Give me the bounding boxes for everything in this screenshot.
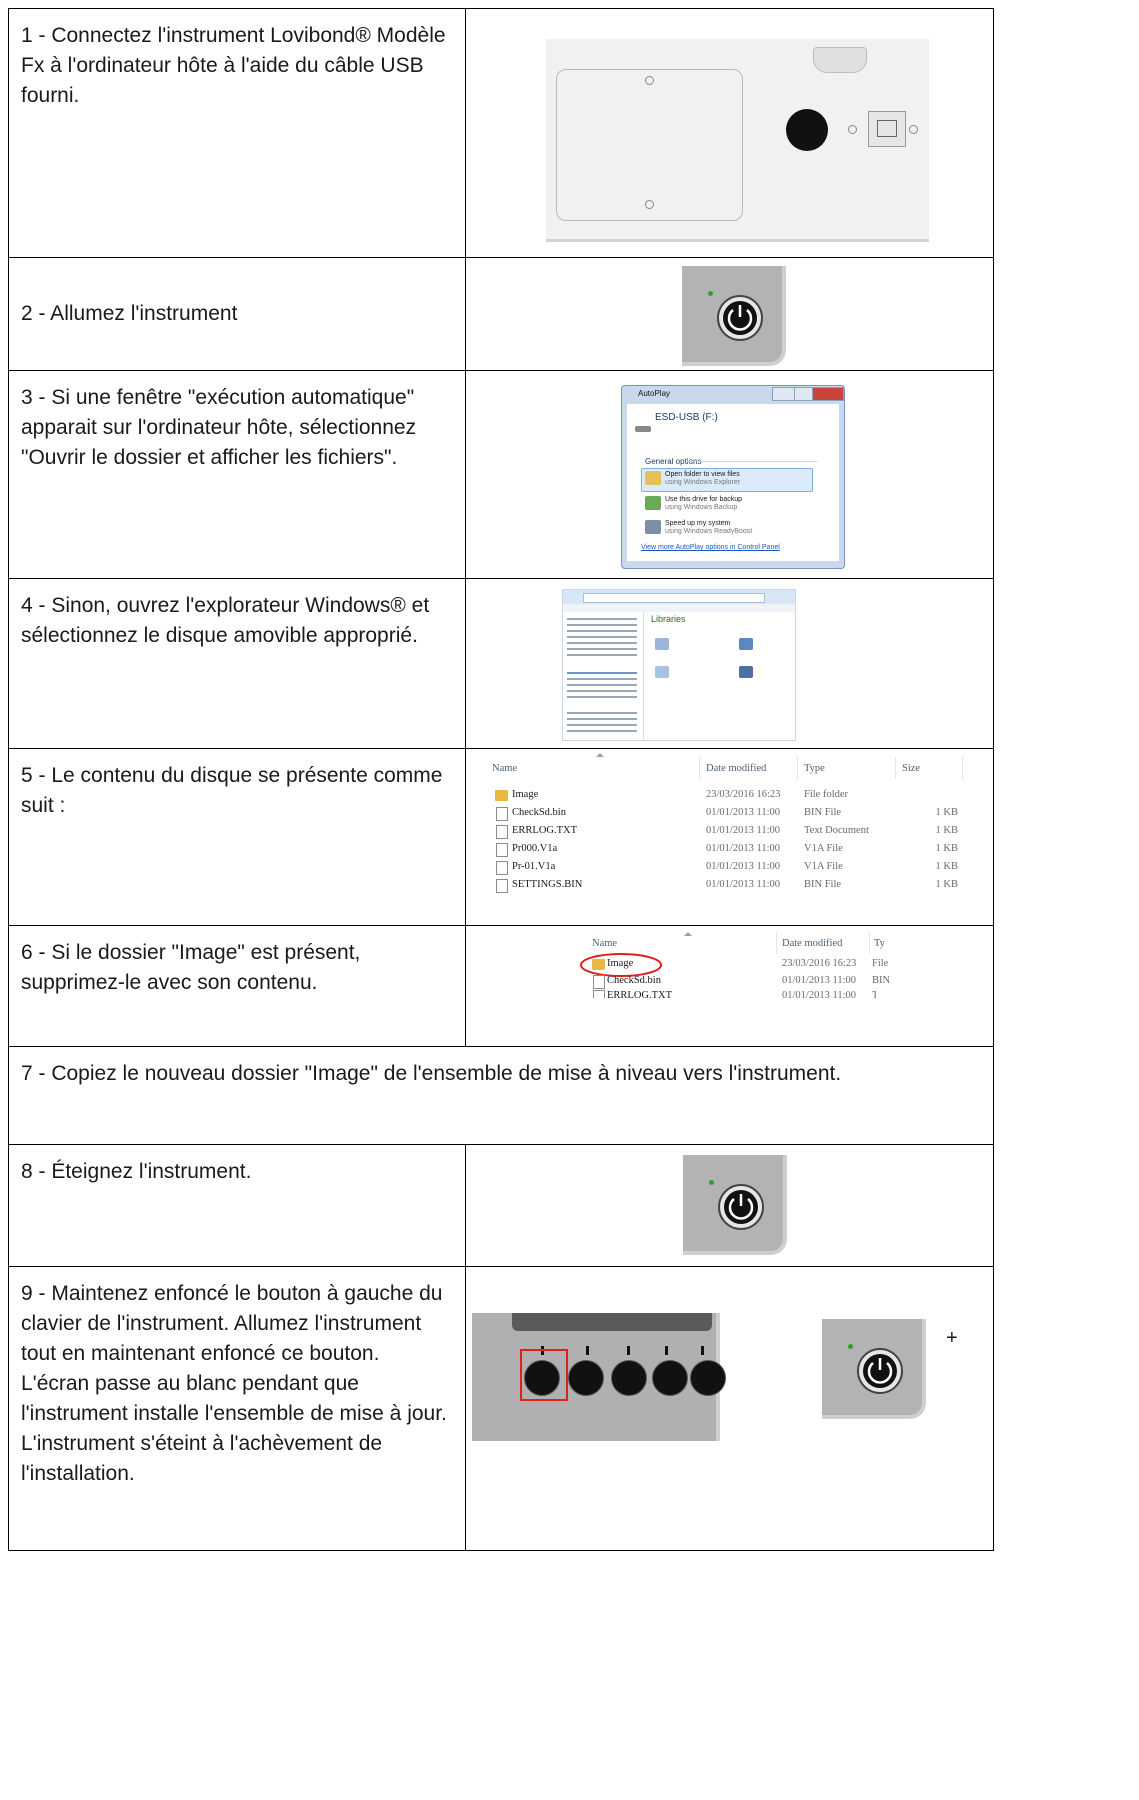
keypad-button bbox=[568, 1360, 604, 1396]
col-size: Size bbox=[902, 763, 921, 774]
documents-icon bbox=[655, 638, 669, 650]
file-row[interactable]: Pr000.V1a 01/01/2013 11:00 V1A File 1 KB bbox=[466, 843, 988, 857]
step-row-3: 3 - Si une fenêtre "exécution automatiqu… bbox=[8, 370, 994, 579]
step-row-8: 8 - Éteignez l'instrument. bbox=[8, 1144, 994, 1267]
file-row[interactable]: CheckSd.bin 01/01/2013 11:00 BIN File 1 … bbox=[466, 807, 988, 821]
instrument-keypad-image bbox=[472, 1313, 726, 1441]
step-row-7: 7 - Copiez le nouveau dossier "Image" de… bbox=[8, 1046, 994, 1145]
power-socket bbox=[786, 109, 828, 151]
power-icon bbox=[718, 1184, 764, 1230]
file-icon bbox=[593, 990, 605, 998]
file-icon bbox=[496, 879, 508, 893]
status-led bbox=[848, 1344, 853, 1349]
file-icon bbox=[496, 807, 508, 821]
col-type: Type bbox=[804, 763, 825, 774]
usb-drive-icon bbox=[635, 426, 651, 432]
file-row[interactable]: Image 23/03/2016 16:23 File folder bbox=[466, 789, 988, 803]
autoplay-window: AutoPlay ESD-USB (F:) General options Op… bbox=[621, 385, 845, 569]
drive-label: ESD-USB (F:) bbox=[655, 412, 718, 423]
close-icon[interactable] bbox=[812, 387, 844, 401]
instrument-rear-panel-image bbox=[546, 39, 929, 242]
autoplay-titlebar: AutoPlay bbox=[622, 386, 844, 402]
usb-port bbox=[868, 111, 906, 147]
libraries-title: Libraries bbox=[651, 614, 686, 624]
file-row[interactable]: ERRLOG.TXT 01/01/2013 11:00 Text Documen… bbox=[466, 825, 988, 839]
step-text-5: 5 - Le contenu du disque se présente com… bbox=[8, 748, 466, 926]
file-row[interactable]: ERRLOG.TXT 01/01/2013 11:00 Te bbox=[576, 990, 876, 998]
step-image-3: AutoPlay ESD-USB (F:) General options Op… bbox=[465, 370, 994, 579]
col-name: Name bbox=[592, 938, 618, 949]
power-button-image bbox=[683, 1155, 787, 1255]
readyboost-icon bbox=[645, 520, 661, 534]
file-icon bbox=[496, 861, 508, 875]
folder-icon bbox=[495, 790, 508, 801]
step-text-1: 1 - Connectez l'instrument Lovibond® Mod… bbox=[8, 8, 466, 258]
minimize-icon[interactable] bbox=[772, 387, 796, 401]
file-icon bbox=[496, 825, 508, 839]
option-sub: using Windows Explorer bbox=[665, 479, 741, 486]
step-text-2: 2 - Allumez l'instrument bbox=[8, 257, 466, 371]
file-list-crop-image: Name Date modified Ty Image 23/03/2016 1… bbox=[576, 928, 890, 998]
option-backup[interactable]: Use this drive for backup using Windows B… bbox=[665, 496, 742, 512]
keypad-button bbox=[652, 1360, 688, 1396]
file-row[interactable]: Pr-01.V1a 01/01/2013 11:00 V1A File 1 KB bbox=[466, 861, 988, 875]
col-date: Date modified bbox=[706, 763, 767, 774]
autoplay-title: AutoPlay bbox=[638, 389, 671, 398]
status-led bbox=[708, 291, 713, 296]
step-image-1 bbox=[465, 8, 994, 258]
file-row[interactable]: CheckSd.bin 01/01/2013 11:00 BIN bbox=[576, 975, 890, 989]
step-image-8 bbox=[465, 1144, 994, 1267]
keypad-button bbox=[611, 1360, 647, 1396]
status-led bbox=[709, 1180, 714, 1185]
step-text-7: 7 - Copiez le nouveau dossier "Image" de… bbox=[8, 1046, 994, 1145]
sort-arrow-icon bbox=[596, 753, 604, 757]
step-row-6: 6 - Si le dossier "Image" est présent, s… bbox=[8, 925, 994, 1047]
more-options-link[interactable]: View more AutoPlay options in Control Pa… bbox=[641, 544, 780, 551]
highlight-box bbox=[520, 1349, 568, 1401]
step-text-3: 3 - Si une fenêtre "exécution automatiqu… bbox=[8, 370, 466, 579]
folder-icon bbox=[645, 471, 661, 485]
step-row-1: 1 - Connectez l'instrument Lovibond® Mod… bbox=[8, 8, 994, 258]
step-row-9: 9 - Maintenez enfoncé le bouton à gauche… bbox=[8, 1266, 994, 1551]
step-row-5: 5 - Le contenu du disque se présente com… bbox=[8, 748, 994, 926]
step-image-5: Name Date modified Type Size Image 23/03… bbox=[465, 748, 994, 926]
sort-arrow-icon bbox=[684, 932, 692, 936]
col-name: Name bbox=[492, 763, 518, 774]
power-icon bbox=[857, 1348, 903, 1394]
step-text-6: 6 - Si le dossier "Image" est présent, s… bbox=[8, 925, 466, 1047]
videos-icon bbox=[739, 666, 753, 678]
navigation-pane bbox=[563, 612, 644, 740]
option-label: Open folder to view files bbox=[665, 471, 740, 478]
file-icon bbox=[496, 843, 508, 857]
step-image-2 bbox=[465, 257, 994, 371]
option-readyboost[interactable]: Speed up my system using Windows ReadyBoo… bbox=[665, 520, 752, 536]
power-button-image bbox=[822, 1319, 926, 1419]
serial-port bbox=[813, 47, 867, 73]
steps-table: 1 - Connectez l'instrument Lovibond® Mod… bbox=[8, 8, 994, 1551]
col-type: Ty bbox=[874, 938, 885, 949]
step-image-6: Name Date modified Ty Image 23/03/2016 1… bbox=[465, 925, 994, 1047]
windows-explorer-image: Libraries bbox=[562, 589, 796, 741]
power-button-image bbox=[682, 266, 786, 366]
file-row[interactable]: SETTINGS.BIN 01/01/2013 11:00 BIN File 1… bbox=[466, 879, 988, 893]
step-text-9: 9 - Maintenez enfoncé le bouton à gauche… bbox=[8, 1266, 466, 1551]
cover-plate bbox=[556, 69, 743, 221]
step-text-8: 8 - Éteignez l'instrument. bbox=[8, 1144, 466, 1267]
step-image-4: Libraries bbox=[465, 578, 994, 749]
address-bar bbox=[583, 593, 765, 603]
keypad-button bbox=[690, 1360, 726, 1396]
music-icon bbox=[739, 638, 753, 650]
step-text-4: 4 - Sinon, ouvrez l'explorateur Windows®… bbox=[8, 578, 466, 749]
power-icon bbox=[717, 295, 763, 341]
file-icon bbox=[593, 975, 605, 989]
step-image-9: + bbox=[465, 1266, 994, 1551]
file-list-image: Name Date modified Type Size Image 23/03… bbox=[466, 749, 988, 907]
col-date: Date modified bbox=[782, 938, 843, 949]
plus-sign: + bbox=[946, 1327, 958, 1349]
instruction-page: 1 - Connectez l'instrument Lovibond® Mod… bbox=[8, 8, 994, 1788]
backup-icon bbox=[645, 496, 661, 510]
step-row-4: 4 - Sinon, ouvrez l'explorateur Windows®… bbox=[8, 578, 994, 749]
step-row-2: 2 - Allumez l'instrument bbox=[8, 257, 994, 371]
pictures-icon bbox=[655, 666, 669, 678]
